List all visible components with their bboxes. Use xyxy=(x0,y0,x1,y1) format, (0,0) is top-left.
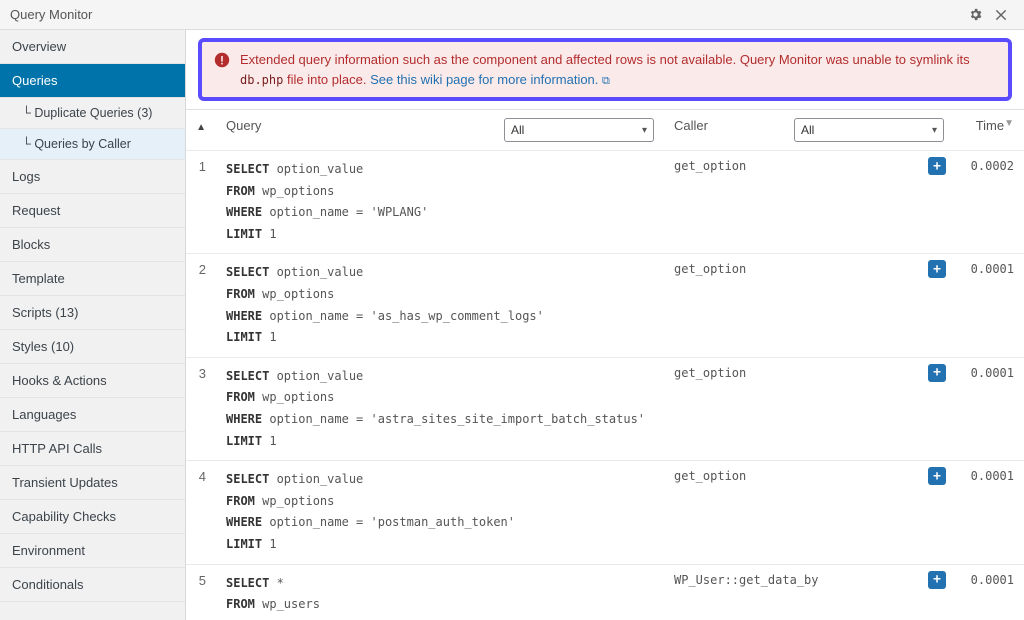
notice-text: Extended query information such as the c… xyxy=(240,50,996,89)
error-notice: Extended query information such as the c… xyxy=(198,38,1012,101)
close-icon[interactable] xyxy=(988,2,1014,28)
sidebar-item-languages[interactable]: Languages xyxy=(0,398,185,432)
sql-code: SELECT * FROM wp_users WHERE user_login … xyxy=(226,573,654,620)
app-title: Query Monitor xyxy=(10,7,962,22)
query-cell: SELECT option_value FROM wp_options WHER… xyxy=(216,254,664,357)
external-link-icon: ⧉ xyxy=(602,73,610,90)
caller-cell: get_option+ xyxy=(664,151,954,254)
notice-code: db.php xyxy=(240,73,283,87)
sidebar-sub-caller[interactable]: └ Queries by Caller xyxy=(0,129,185,160)
col-query-label: Query xyxy=(226,118,261,133)
main-panel: Extended query information such as the c… xyxy=(186,30,1024,620)
col-sort-num[interactable]: ▲ xyxy=(186,110,216,151)
sidebar-sub-dup[interactable]: └ Duplicate Queries (3) xyxy=(0,98,185,129)
sql-code: SELECT option_value FROM wp_options WHER… xyxy=(226,262,654,348)
sidebar-item-template[interactable]: Template xyxy=(0,262,185,296)
caller-cell: get_option+ xyxy=(664,357,954,460)
notice-link[interactable]: See this wiki page for more information.… xyxy=(370,72,610,87)
sidebar-item-http[interactable]: HTTP API Calls xyxy=(0,432,185,466)
sidebar-item-hooks[interactable]: Hooks & Actions xyxy=(0,364,185,398)
sidebar-item-cond[interactable]: Conditionals xyxy=(0,568,185,602)
row-num: 5 xyxy=(186,564,216,620)
sidebar-item-scripts[interactable]: Scripts (13) xyxy=(0,296,185,330)
sidebar-item-queries[interactable]: Queries xyxy=(0,64,185,98)
time-cell: 0.0002 xyxy=(954,151,1024,254)
chevron-down-icon: ▾ xyxy=(642,125,647,136)
col-time[interactable]: Time ▼ xyxy=(954,110,1024,151)
sidebar-item-request[interactable]: Request xyxy=(0,194,185,228)
sidebar-item-transients[interactable]: Transient Updates xyxy=(0,466,185,500)
query-cell: SELECT * FROM wp_users WHERE user_login … xyxy=(216,564,664,620)
caller-cell: get_option+ xyxy=(664,254,954,357)
sql-code: SELECT option_value FROM wp_options WHER… xyxy=(226,159,654,245)
sort-icon: ▼ xyxy=(1004,118,1014,129)
sidebar-item-styles[interactable]: Styles (10) xyxy=(0,330,185,364)
queries-grid: ▲ Query All ▾ Caller xyxy=(186,109,1024,620)
col-caller-label: Caller xyxy=(674,118,708,133)
sidebar-item-blocks[interactable]: Blocks xyxy=(0,228,185,262)
expand-caller-button[interactable]: + xyxy=(928,467,946,485)
time-cell: 0.0001 xyxy=(954,564,1024,620)
query-filter-select[interactable]: All ▾ xyxy=(504,118,654,142)
sidebar-item-overview[interactable]: Overview xyxy=(0,30,185,64)
gear-icon[interactable] xyxy=(962,2,988,28)
table-row: 3SELECT option_value FROM wp_options WHE… xyxy=(186,357,1024,460)
sort-asc-icon: ▲ xyxy=(196,122,206,133)
table-row: 2SELECT option_value FROM wp_options WHE… xyxy=(186,254,1024,357)
chevron-down-icon: ▾ xyxy=(932,125,937,136)
row-num: 3 xyxy=(186,357,216,460)
titlebar: Query Monitor xyxy=(0,0,1024,30)
sidebar-item-logs[interactable]: Logs xyxy=(0,160,185,194)
table-row: 1SELECT option_value FROM wp_options WHE… xyxy=(186,151,1024,254)
notice-text-2: file into place. xyxy=(283,72,370,87)
queries-table: ▲ Query All ▾ Caller xyxy=(186,110,1024,620)
query-cell: SELECT option_value FROM wp_options WHER… xyxy=(216,461,664,564)
col-time-label: Time xyxy=(976,118,1004,133)
query-cell: SELECT option_value FROM wp_options WHER… xyxy=(216,151,664,254)
expand-caller-button[interactable]: + xyxy=(928,157,946,175)
table-row: 4SELECT option_value FROM wp_options WHE… xyxy=(186,461,1024,564)
row-num: 1 xyxy=(186,151,216,254)
expand-caller-button[interactable]: + xyxy=(928,260,946,278)
sql-code: SELECT option_value FROM wp_options WHER… xyxy=(226,366,654,452)
time-cell: 0.0001 xyxy=(954,357,1024,460)
sidebar-item-caps[interactable]: Capability Checks xyxy=(0,500,185,534)
row-num: 4 xyxy=(186,461,216,564)
col-caller: Caller All ▾ xyxy=(664,110,954,151)
expand-caller-button[interactable]: + xyxy=(928,571,946,589)
caller-cell: WP_User::get_data_by+ xyxy=(664,564,954,620)
time-cell: 0.0001 xyxy=(954,254,1024,357)
sql-code: SELECT option_value FROM wp_options WHER… xyxy=(226,469,654,555)
query-cell: SELECT option_value FROM wp_options WHER… xyxy=(216,357,664,460)
time-cell: 0.0001 xyxy=(954,461,1024,564)
caller-filter-select[interactable]: All ▾ xyxy=(794,118,944,142)
expand-caller-button[interactable]: + xyxy=(928,364,946,382)
caller-filter-value: All xyxy=(801,123,814,137)
row-num: 2 xyxy=(186,254,216,357)
sidebar: OverviewQueries└ Duplicate Queries (3)└ … xyxy=(0,30,186,620)
error-icon xyxy=(214,52,230,68)
caller-cell: get_option+ xyxy=(664,461,954,564)
notice-text-1: Extended query information such as the c… xyxy=(240,52,970,67)
col-query: Query All ▾ xyxy=(216,110,664,151)
table-row: 5SELECT * FROM wp_users WHERE user_login… xyxy=(186,564,1024,620)
query-filter-value: All xyxy=(511,123,524,137)
sidebar-item-env[interactable]: Environment xyxy=(0,534,185,568)
